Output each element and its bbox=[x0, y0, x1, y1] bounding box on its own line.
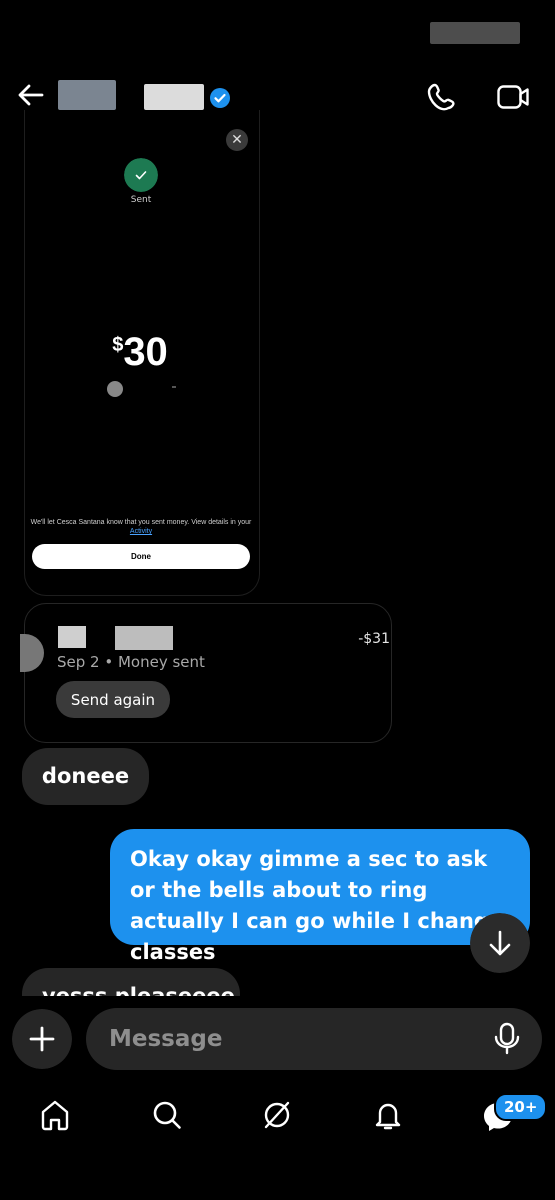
transaction-card[interactable] bbox=[24, 603, 392, 743]
payee-name-redacted bbox=[58, 626, 86, 648]
check-icon bbox=[124, 158, 158, 192]
activity-link[interactable]: Activity bbox=[130, 528, 152, 535]
receipt-notice: We'll let Cesca Santana know that you se… bbox=[30, 519, 252, 535]
status-bar-redacted bbox=[430, 22, 520, 44]
message-bubble-received[interactable]: doneee bbox=[22, 748, 149, 805]
home-icon[interactable] bbox=[38, 1098, 72, 1132]
microphone-icon[interactable] bbox=[492, 1022, 522, 1056]
done-button[interactable]: Done bbox=[32, 544, 250, 569]
video-camera-icon[interactable] bbox=[496, 82, 530, 112]
scroll-down-button[interactable] bbox=[470, 913, 530, 973]
receipt-status: Sent bbox=[130, 195, 152, 205]
payee-name-redacted-2 bbox=[115, 626, 173, 650]
message-text: yesss pleaseeee bbox=[22, 968, 240, 996]
send-again-button[interactable]: Send again bbox=[56, 681, 170, 718]
message-input[interactable] bbox=[86, 1008, 542, 1070]
phone-icon[interactable] bbox=[426, 80, 460, 114]
recipient-name-redacted bbox=[172, 386, 176, 388]
contact-name-redacted[interactable] bbox=[144, 84, 204, 110]
bell-icon[interactable] bbox=[371, 1098, 405, 1132]
transaction-amount: -$31 bbox=[358, 631, 390, 647]
contact-avatar-redacted[interactable] bbox=[58, 80, 116, 110]
verified-badge-icon bbox=[210, 88, 230, 108]
message-bubble-sent[interactable]: Okay okay gimme a sec to ask or the bell… bbox=[110, 829, 530, 964]
explore-icon[interactable] bbox=[260, 1098, 294, 1132]
close-icon[interactable]: ✕ bbox=[226, 129, 248, 151]
transaction-meta: Sep 2 • Money sent bbox=[57, 653, 205, 671]
receipt-amount: $30 bbox=[112, 330, 168, 374]
arrow-left-icon[interactable] bbox=[16, 80, 46, 110]
recipient-avatar bbox=[107, 381, 123, 397]
search-icon[interactable] bbox=[150, 1098, 184, 1132]
unread-badge: 20+ bbox=[494, 1093, 548, 1121]
plus-icon[interactable] bbox=[12, 1009, 72, 1069]
message-bubble-received-partial[interactable]: yesss pleaseeee bbox=[22, 968, 242, 996]
